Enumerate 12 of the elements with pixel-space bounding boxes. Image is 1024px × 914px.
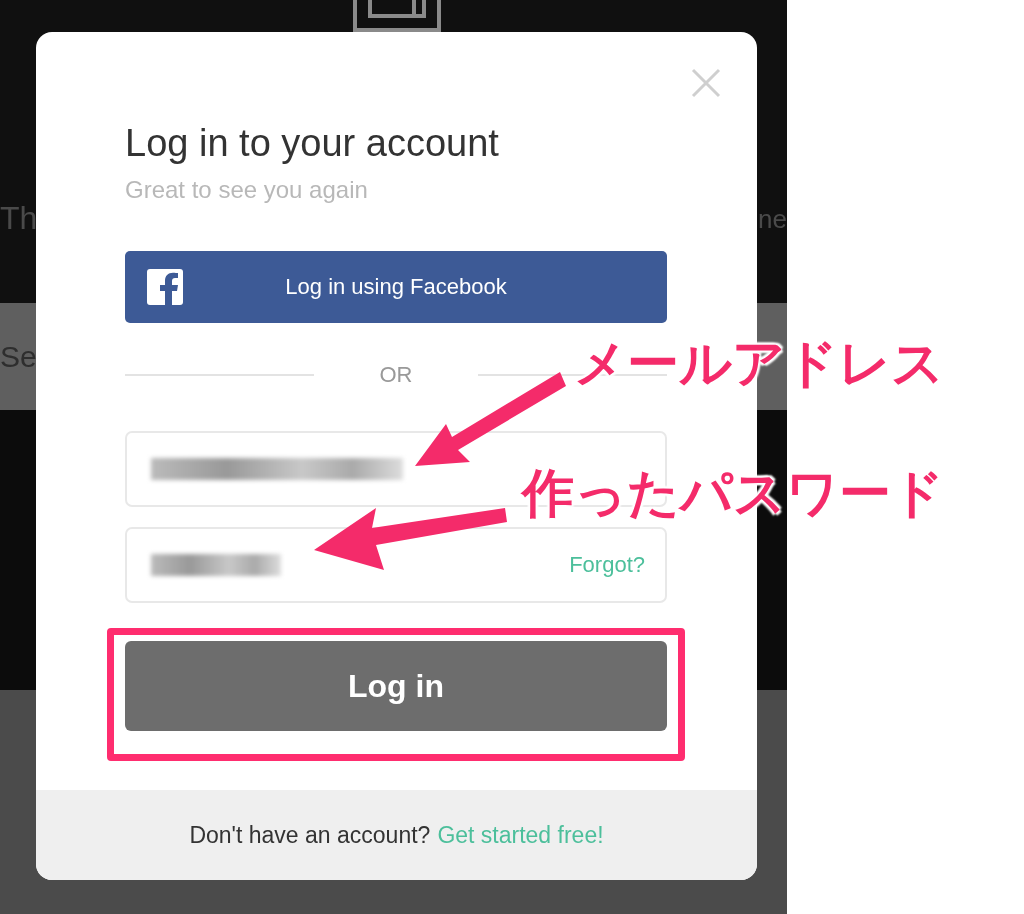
facebook-icon (147, 269, 183, 305)
dialog-subtitle: Great to see you again (125, 175, 369, 205)
signup-prompt: Don't have an account? (189, 821, 431, 849)
signup-link[interactable]: Get started free! (437, 821, 604, 849)
divider-text: OR (378, 362, 414, 388)
login-button[interactable]: Log in (125, 641, 667, 731)
background-text: ne (758, 204, 787, 236)
facebook-login-button[interactable]: Log in using Facebook (125, 251, 667, 323)
forgot-link[interactable]: Forgot? (569, 552, 645, 578)
dialog-title: Log in to your account (125, 121, 500, 166)
background-text: Th (0, 200, 38, 237)
password-field[interactable]: Forgot? (125, 527, 667, 603)
